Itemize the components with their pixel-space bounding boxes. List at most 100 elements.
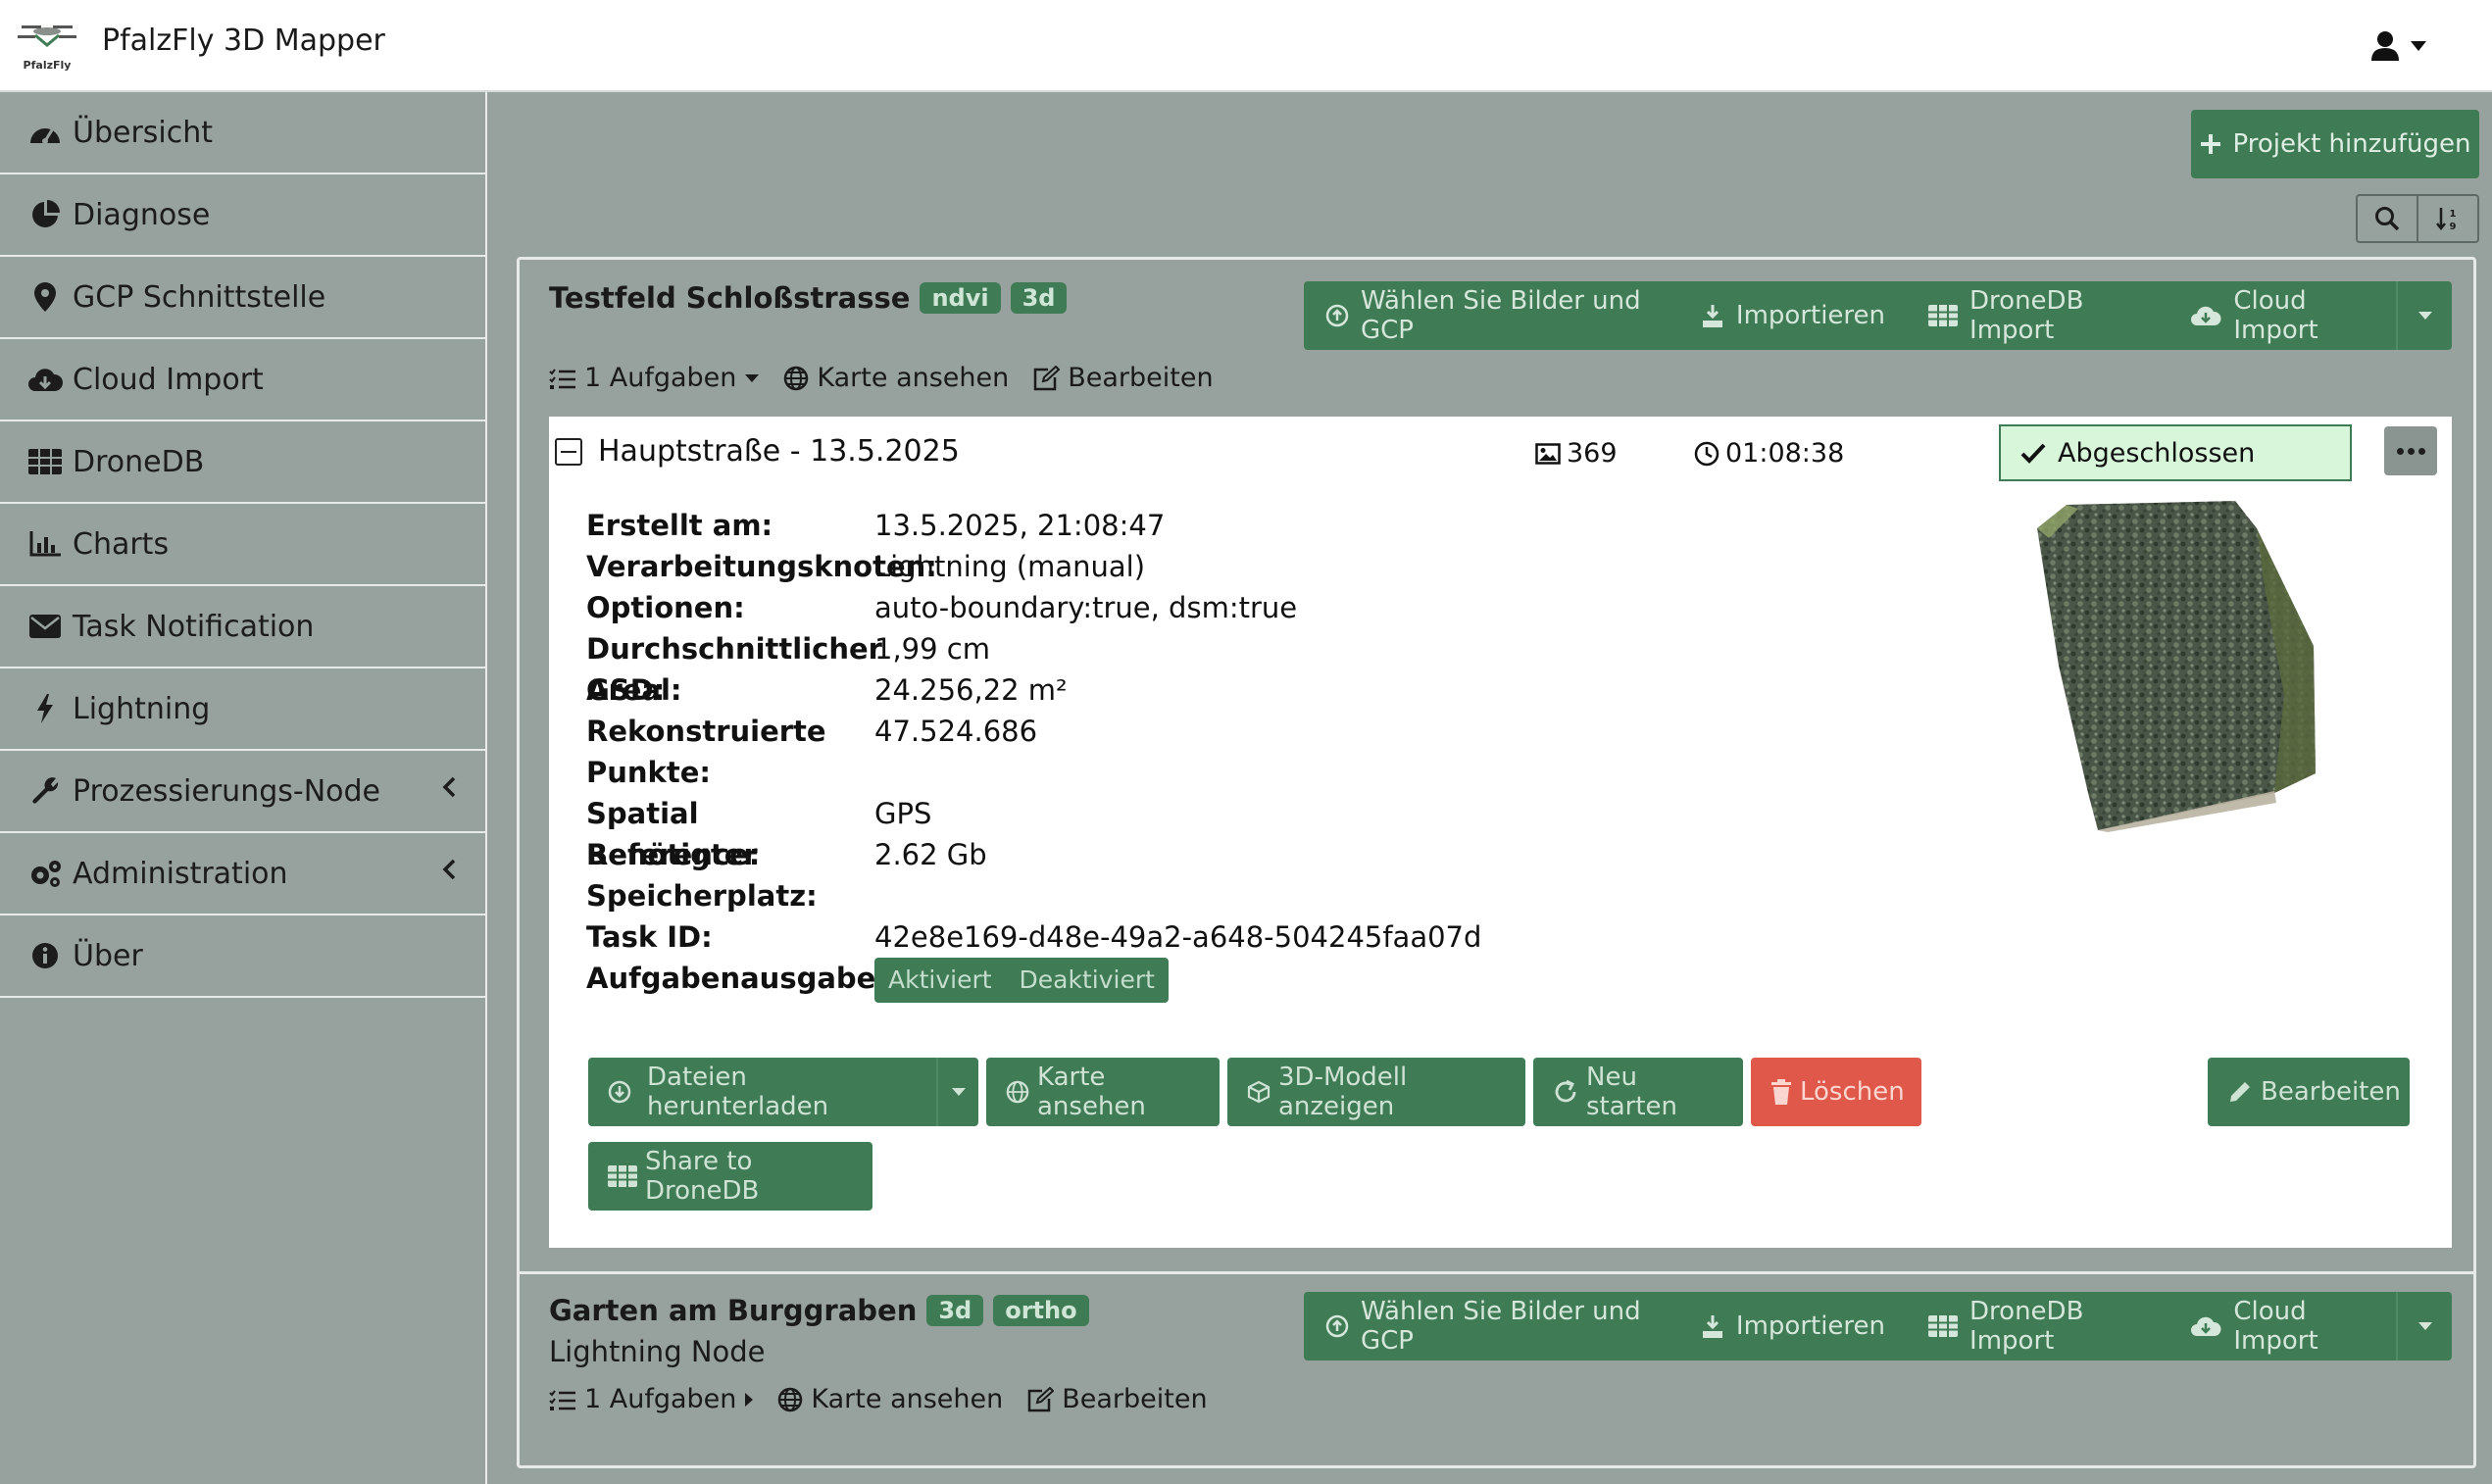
project-name[interactable]: Testfeld Schloßstrasse [549,281,910,315]
project-title-row: Testfeld Schloßstrasse ndvi 3d [549,281,1068,315]
project-name[interactable]: Garten am Burggraben [549,1294,917,1327]
app-title[interactable]: PfalzFly 3D Mapper [102,24,385,58]
cloud-download-icon [25,360,65,399]
add-project-label: Projekt hinzufügen [2232,129,2471,159]
view-map-link[interactable]: Karte ansehen [783,363,1009,393]
button-label: Neu starten [1586,1063,1678,1121]
sidebar-item-label: Lightning [73,691,211,726]
user-menu[interactable] [2370,22,2449,71]
processing-time: 01:08:38 [1694,438,1844,469]
select-images-button[interactable]: Wählen Sie Bilder und GCP [1304,281,1679,350]
share-to-dronedb-button[interactable]: Share to DroneDB [588,1142,872,1211]
edit-task-button[interactable]: Bearbeiten [2208,1058,2410,1126]
sort-button[interactable]: 19 [2418,196,2477,241]
restart-button[interactable]: Neu starten [1533,1058,1743,1126]
more-import-dropdown[interactable] [2396,1292,2452,1360]
detail-row: Spatial Reference: GPS [586,793,1763,871]
tasks-toggle-link[interactable]: 1 Aufgaben [549,363,760,393]
view-map-label: Karte ansehen [811,1384,1004,1414]
detail-value: 47.524.686 [874,715,1038,748]
database-icon [1928,1315,1959,1337]
dashboard-icon [25,113,65,152]
output-toggle-wrap: Aktiviert Deaktiviert [874,958,1169,1003]
tag-badge[interactable]: ortho [993,1295,1089,1326]
caret-down-icon [2410,40,2427,52]
orthophoto-thumbnail[interactable] [2029,499,2323,832]
cloud-import-button[interactable]: Cloud Import [2168,281,2396,350]
sidebar-item-gcp[interactable]: GCP Schnittstelle [0,257,485,339]
button-label: Löschen [1800,1077,1905,1107]
database-icon [1928,305,1959,326]
dronedb-import-button[interactable]: DroneDB Import [1907,1292,2168,1360]
button-label: Karte ansehen [1037,1063,1146,1121]
check-icon [2020,442,2046,464]
detail-value: auto-boundary:true, dsm:true [874,591,1298,624]
task-output-toggle[interactable]: Aktiviert Deaktiviert [874,958,1169,1003]
sidebar-item-dronedb[interactable]: DroneDB [0,421,485,504]
edit-project-link[interactable]: Bearbeiten [1026,1384,1208,1414]
sidebar-item-lightning[interactable]: Lightning [0,668,485,751]
button-label: Share to DroneDB [645,1147,760,1206]
chevron-left-icon [442,859,456,880]
download-files-button[interactable]: Dateien herunterladen [588,1058,978,1126]
view-map-button[interactable]: Karte ansehen [986,1058,1220,1126]
trash-icon [1770,1079,1792,1105]
sidebar-item-overview[interactable]: Übersicht [0,92,485,174]
sidebar-item-cloud-import[interactable]: Cloud Import [0,339,485,421]
import-button[interactable]: Importieren [1679,1292,1907,1360]
sidebar-item-charts[interactable]: Charts [0,504,485,586]
image-icon [1535,442,1561,465]
cloud-download-icon [2190,1314,2221,1338]
main-content: Projekt hinzufügen 19 Testfeld Schloßstr… [487,92,2492,1484]
svg-text:9: 9 [2450,222,2457,231]
collapse-icon[interactable] [555,438,582,466]
status-text: Abgeschlossen [2058,437,2256,469]
sidebar-item-processing-node[interactable]: Prozessierungs-Node [0,751,485,833]
task-name[interactable]: Hauptstraße - 13.5.2025 [598,434,960,469]
sidebar-item-diagnose[interactable]: Diagnose [0,174,485,257]
task-panel: Hauptstraße - 13.5.2025 369 01:08:38 Abg… [549,417,2452,1248]
view-map-label: Karte ansehen [817,363,1010,393]
sidebar-item-administration[interactable]: Administration [0,833,485,915]
detail-value: 24.256,22 m² [874,673,1068,707]
button-label: Bearbeiten [2261,1077,2401,1107]
download-dropdown-toggle[interactable] [936,1058,978,1126]
cloud-import-button[interactable]: Cloud Import [2168,1292,2396,1360]
sidebar-item-task-notification[interactable]: Task Notification [0,586,485,668]
tag-badge[interactable]: ndvi [920,282,1001,314]
search-button[interactable] [2358,196,2418,241]
sidebar: Übersicht Diagnose GCP Schnittstelle Clo… [0,92,487,1484]
image-count: 369 [1535,438,1618,469]
add-project-button[interactable]: Projekt hinzufügen [2191,110,2479,178]
tasks-toggle-link[interactable]: 1 Aufgaben [549,1384,754,1414]
project-title-row: Garten am Burggraben 3d ortho [549,1294,1089,1327]
view-3d-model-button[interactable]: 3D-Modell anzeigen [1227,1058,1525,1126]
tag-badge[interactable]: 3d [926,1295,984,1326]
caret-down-icon [744,373,760,383]
edit-label: Bearbeiten [1062,1384,1208,1414]
project-upload-button-group: Wählen Sie Bilder und GCP Importieren Dr… [1304,1292,2452,1360]
toggle-on-option[interactable]: Aktiviert [874,960,1006,1001]
detail-label: Rekonstruierte Punkte: [586,715,826,789]
button-label: Dateien herunterladen [647,1063,829,1121]
dronedb-import-button[interactable]: DroneDB Import [1907,281,2168,350]
project-links: 1 Aufgaben Karte ansehen Bearbeiten [549,1384,1231,1414]
toggle-off-option[interactable]: Deaktiviert [1006,960,1169,1001]
button-label: Cloud Import [2233,286,2318,345]
clock-icon [1694,441,1719,467]
sidebar-item-label: Prozessierungs-Node [73,773,381,809]
more-import-dropdown[interactable] [2396,281,2452,350]
import-button[interactable]: Importieren [1679,281,1907,350]
envelope-icon [25,607,65,646]
detail-label: Benötigter Speicherplatz: [586,838,818,913]
delete-button[interactable]: Löschen [1751,1058,1921,1126]
tag-badge[interactable]: 3d [1010,282,1068,314]
info-icon [25,936,65,975]
task-more-button[interactable] [2384,426,2437,475]
edit-label: Bearbeiten [1068,363,1214,393]
app-logo[interactable]: PfalzFly [16,16,78,73]
sidebar-item-about[interactable]: Über [0,915,485,998]
select-images-button[interactable]: Wählen Sie Bilder und GCP [1304,1292,1679,1360]
view-map-link[interactable]: Karte ansehen [777,1384,1003,1414]
edit-project-link[interactable]: Bearbeiten [1032,363,1214,393]
